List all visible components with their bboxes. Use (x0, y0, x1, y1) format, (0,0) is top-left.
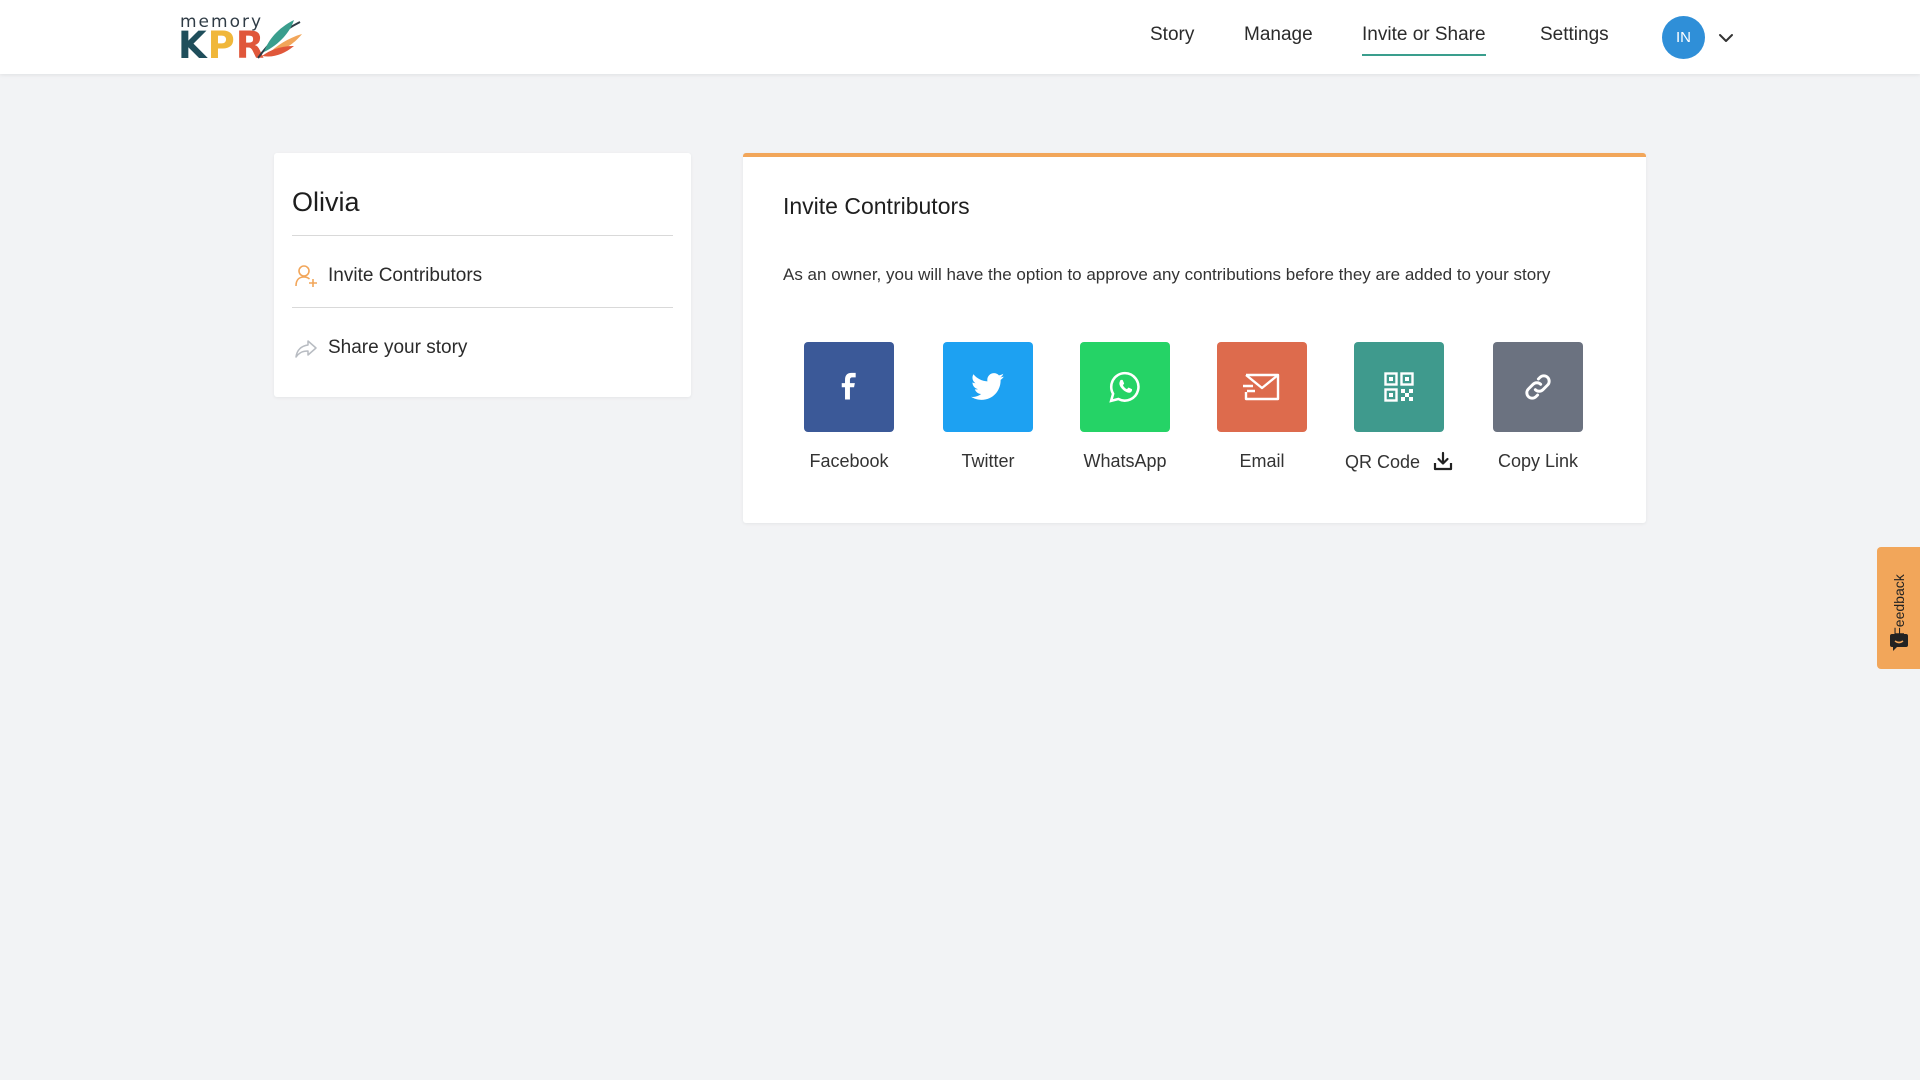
sidebar-item-label: Share your story (328, 337, 468, 358)
top-navigation-bar: memory KPR Story Manage Invite or Share … (0, 0, 1920, 74)
logo-letter-p: P (207, 24, 236, 67)
share-arrow-icon (292, 334, 320, 362)
download-icon[interactable] (1433, 451, 1453, 471)
qr-code-share-button[interactable] (1354, 342, 1444, 432)
email-label: Email (1239, 451, 1285, 471)
logo-big-text: KPR (178, 24, 265, 67)
user-avatar[interactable]: IN (1662, 16, 1705, 59)
link-icon (1525, 374, 1551, 400)
chevron-down-icon[interactable] (1716, 28, 1736, 48)
invite-contributors-card: Invite Contributors As an owner, you wil… (743, 153, 1646, 523)
chat-icon (1890, 634, 1908, 651)
sidebar-item-invite-contributors[interactable]: Invite Contributors (292, 256, 673, 296)
twitter-icon (971, 373, 1005, 400)
memory-kpr-logo[interactable]: memory KPR (178, 10, 304, 67)
card-title: Invite Contributors (783, 193, 970, 219)
facebook-label: Facebook (809, 451, 889, 471)
whatsapp-icon (1109, 371, 1140, 403)
copy-link-button[interactable] (1493, 342, 1583, 432)
copy-link-label: Copy Link (1497, 451, 1579, 471)
twitter-label: Twitter (961, 451, 1015, 471)
nav-manage[interactable]: Manage (1244, 24, 1313, 54)
nav-story[interactable]: Story (1150, 24, 1194, 54)
logo-letter-k: K (178, 24, 208, 67)
card-description: As an owner, you will have the option to… (783, 265, 1551, 284)
sidebar-divider (292, 235, 673, 236)
qr-code-label[interactable]: QR Code (1341, 451, 1457, 473)
qr-code-icon (1384, 372, 1414, 402)
story-sidebar-card: Olivia Invite Contributors Share your st… (274, 153, 691, 397)
whatsapp-label: WhatsApp (1083, 451, 1167, 471)
nav-invite-or-share[interactable]: Invite or Share (1362, 24, 1486, 56)
add-user-icon (292, 262, 320, 290)
logo-feather-icon (257, 20, 302, 59)
sidebar-divider (292, 307, 673, 308)
story-name-heading: Olivia (292, 187, 360, 217)
whatsapp-share-button[interactable] (1080, 342, 1170, 432)
facebook-icon (841, 372, 856, 400)
sidebar-item-share-your-story[interactable]: Share your story (292, 328, 673, 368)
twitter-share-button[interactable] (943, 342, 1033, 432)
email-share-button[interactable] (1217, 342, 1307, 432)
sidebar-item-label: Invite Contributors (328, 265, 483, 286)
qr-code-label-text: QR Code (1344, 452, 1421, 472)
feedback-tab[interactable]: Feedback (1877, 547, 1920, 669)
nav-settings[interactable]: Settings (1540, 24, 1609, 54)
facebook-share-button[interactable] (804, 342, 894, 432)
email-icon (1243, 373, 1280, 401)
